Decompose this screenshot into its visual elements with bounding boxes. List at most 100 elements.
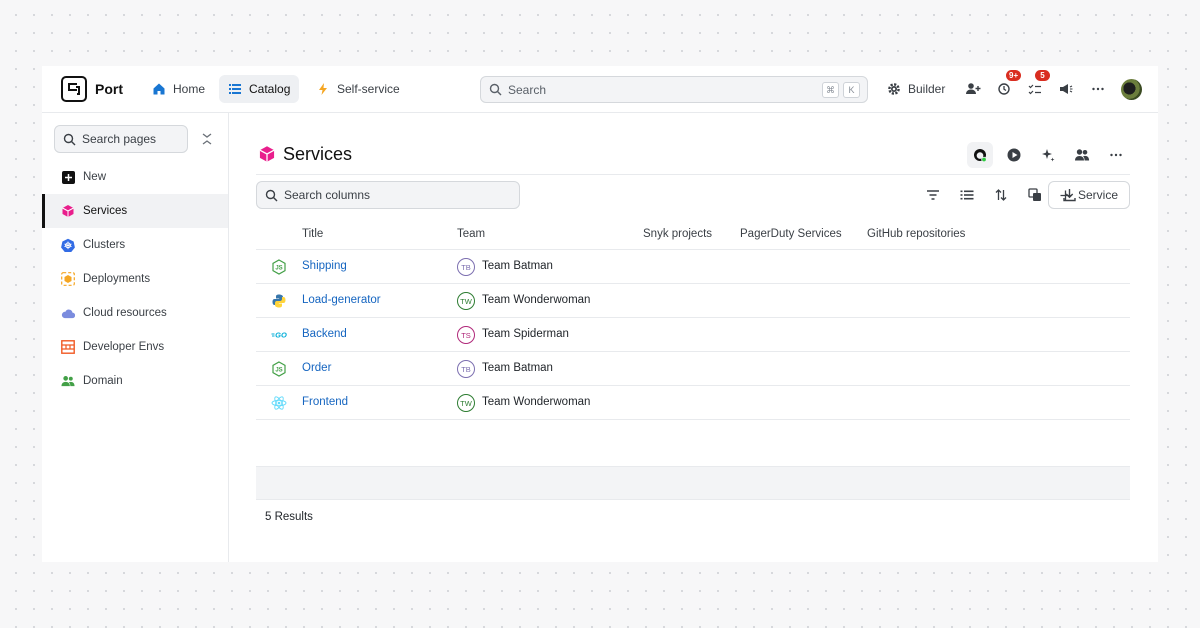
service-title-link[interactable]: Backend [302,328,347,340]
team-avatar: TW [457,292,475,310]
nav-catalog[interactable]: Catalog [219,75,300,103]
github-button[interactable] [967,142,993,168]
kbd-cmd: ⌘ [822,82,839,98]
add-user-icon [966,83,981,94]
plus-icon [1060,190,1071,200]
plus-square-icon [61,170,75,184]
announcements-button[interactable] [1059,78,1074,100]
filter-icon [927,190,939,200]
search-pages-input[interactable]: Search pages [54,125,188,153]
sidebar-item-services[interactable]: Services [42,194,228,228]
group-by-button[interactable] [959,187,975,203]
user-avatar[interactable] [1121,79,1142,100]
column-header-pagerduty-services[interactable]: PagerDuty Services [740,228,842,240]
header-divider [256,174,1130,175]
kbd-k: K [843,82,860,98]
cloud-icon [61,306,75,320]
page-more-button[interactable] [1103,142,1129,168]
service-title-link[interactable]: Order [302,362,331,374]
team-avatar: TB [457,360,475,378]
search-columns-input[interactable]: Search columns [256,181,520,209]
table-row[interactable]: Load-generator TW Team Wonderwoman [256,284,1130,318]
history-icon [998,83,1010,95]
svg-text:JS: JS [275,368,282,374]
megaphone-icon [1060,84,1073,94]
service-title-link[interactable]: Load-generator [302,294,381,306]
permissions-button[interactable] [1069,142,1095,168]
table-row[interactable]: JS Order TB Team Batman [256,352,1130,386]
table-header: Title Team Snyk projects PagerDuty Servi… [256,218,1130,250]
add-service-label: Service [1077,188,1118,202]
ai-sparkle-button[interactable] [1035,142,1061,168]
sort-icon [995,189,1007,201]
gear-icon [888,83,900,95]
copy-icon [1028,188,1041,201]
copy-button[interactable] [1027,187,1043,203]
nav-catalog-label: Catalog [249,82,291,96]
filter-button[interactable] [925,187,941,203]
deployment-icon [61,272,75,286]
collapse-icon[interactable] [201,130,213,148]
team-name: Team Batman [482,362,553,374]
port-logo-icon[interactable] [61,76,87,102]
services-table: Title Team Snyk projects PagerDuty Servi… [256,218,1130,420]
table-row[interactable]: Frontend TW Team Wonderwoman [256,386,1130,420]
sidebar-item-cloud-resources[interactable]: Cloud resources [42,296,228,330]
tasks-button[interactable]: 5 [1028,70,1050,100]
builder-button[interactable]: Builder [887,78,945,100]
column-header-title[interactable]: Title [302,228,323,240]
python-icon [272,294,286,308]
sidebar-item-deployments[interactable]: Deployments [42,262,228,296]
sidebar-item-new[interactable]: New [42,160,228,194]
table-row[interactable]: JS Shipping TB Team Batman [256,250,1130,284]
sort-button[interactable] [993,187,1009,203]
history-button[interactable]: 9+ [997,70,1022,100]
nav-self-service[interactable]: Self-service [307,75,409,103]
table-row[interactable]: GO Backend TS Team Spiderman [256,318,1130,352]
sparkle-icon [1042,149,1055,162]
team-name: Team Wonderwoman [482,396,591,408]
lightning-icon [319,83,327,95]
sidebar-item-label: Cloud resources [83,307,167,319]
more-horizontal-icon [1110,153,1122,157]
team-avatar: TB [457,258,475,276]
sidebar-item-clusters[interactable]: Clusters [42,228,228,262]
sidebar-item-label: Clusters [83,239,126,251]
add-service-button[interactable]: Service [1048,181,1130,209]
sidebar-item-domain[interactable]: Domain [42,364,228,398]
sidebar-item-developer-envs[interactable]: Developer Envs [42,330,228,364]
service-title-link[interactable]: Frontend [302,396,348,408]
column-header-snyk-projects[interactable]: Snyk projects [643,228,712,240]
team-name: Team Batman [482,260,553,272]
play-icon [1007,148,1021,162]
history-badge: 9+ [1006,70,1022,81]
global-search-placeholder: Search [508,82,547,97]
column-header-github-repositories[interactable]: GitHub repositories [867,228,965,240]
main-content: Services Search columns Service Title Te… [230,113,1158,562]
search-icon [63,133,76,145]
list-icon [229,84,241,94]
more-menu-button[interactable] [1091,78,1105,100]
sidebar-item-label: Deployments [83,273,151,285]
nodejs-icon: JS [272,259,286,275]
table-footer-bar [256,466,1130,500]
nav-home[interactable]: Home [143,75,214,103]
results-count: 5 Results [265,511,313,523]
cube-icon [61,204,75,218]
users-icon [61,374,75,388]
app-window: Port Home Catalog Self-service Search ⌘ … [42,66,1158,562]
global-search-input[interactable]: Search ⌘ K [480,76,868,103]
invite-user-button[interactable] [965,78,981,100]
checklist-icon [1028,84,1041,95]
builder-label: Builder [908,82,946,96]
page-title: Services [283,144,353,164]
more-horizontal-icon [1092,87,1104,91]
svg-text:JS: JS [275,266,282,272]
column-header-team[interactable]: Team [457,228,485,240]
react-icon [271,396,287,410]
team-name: Team Wonderwoman [482,294,591,306]
service-title-link[interactable]: Shipping [302,260,347,272]
run-button[interactable] [1001,142,1027,168]
sidebar-item-label: New [83,171,107,183]
kubernetes-icon [61,238,75,252]
